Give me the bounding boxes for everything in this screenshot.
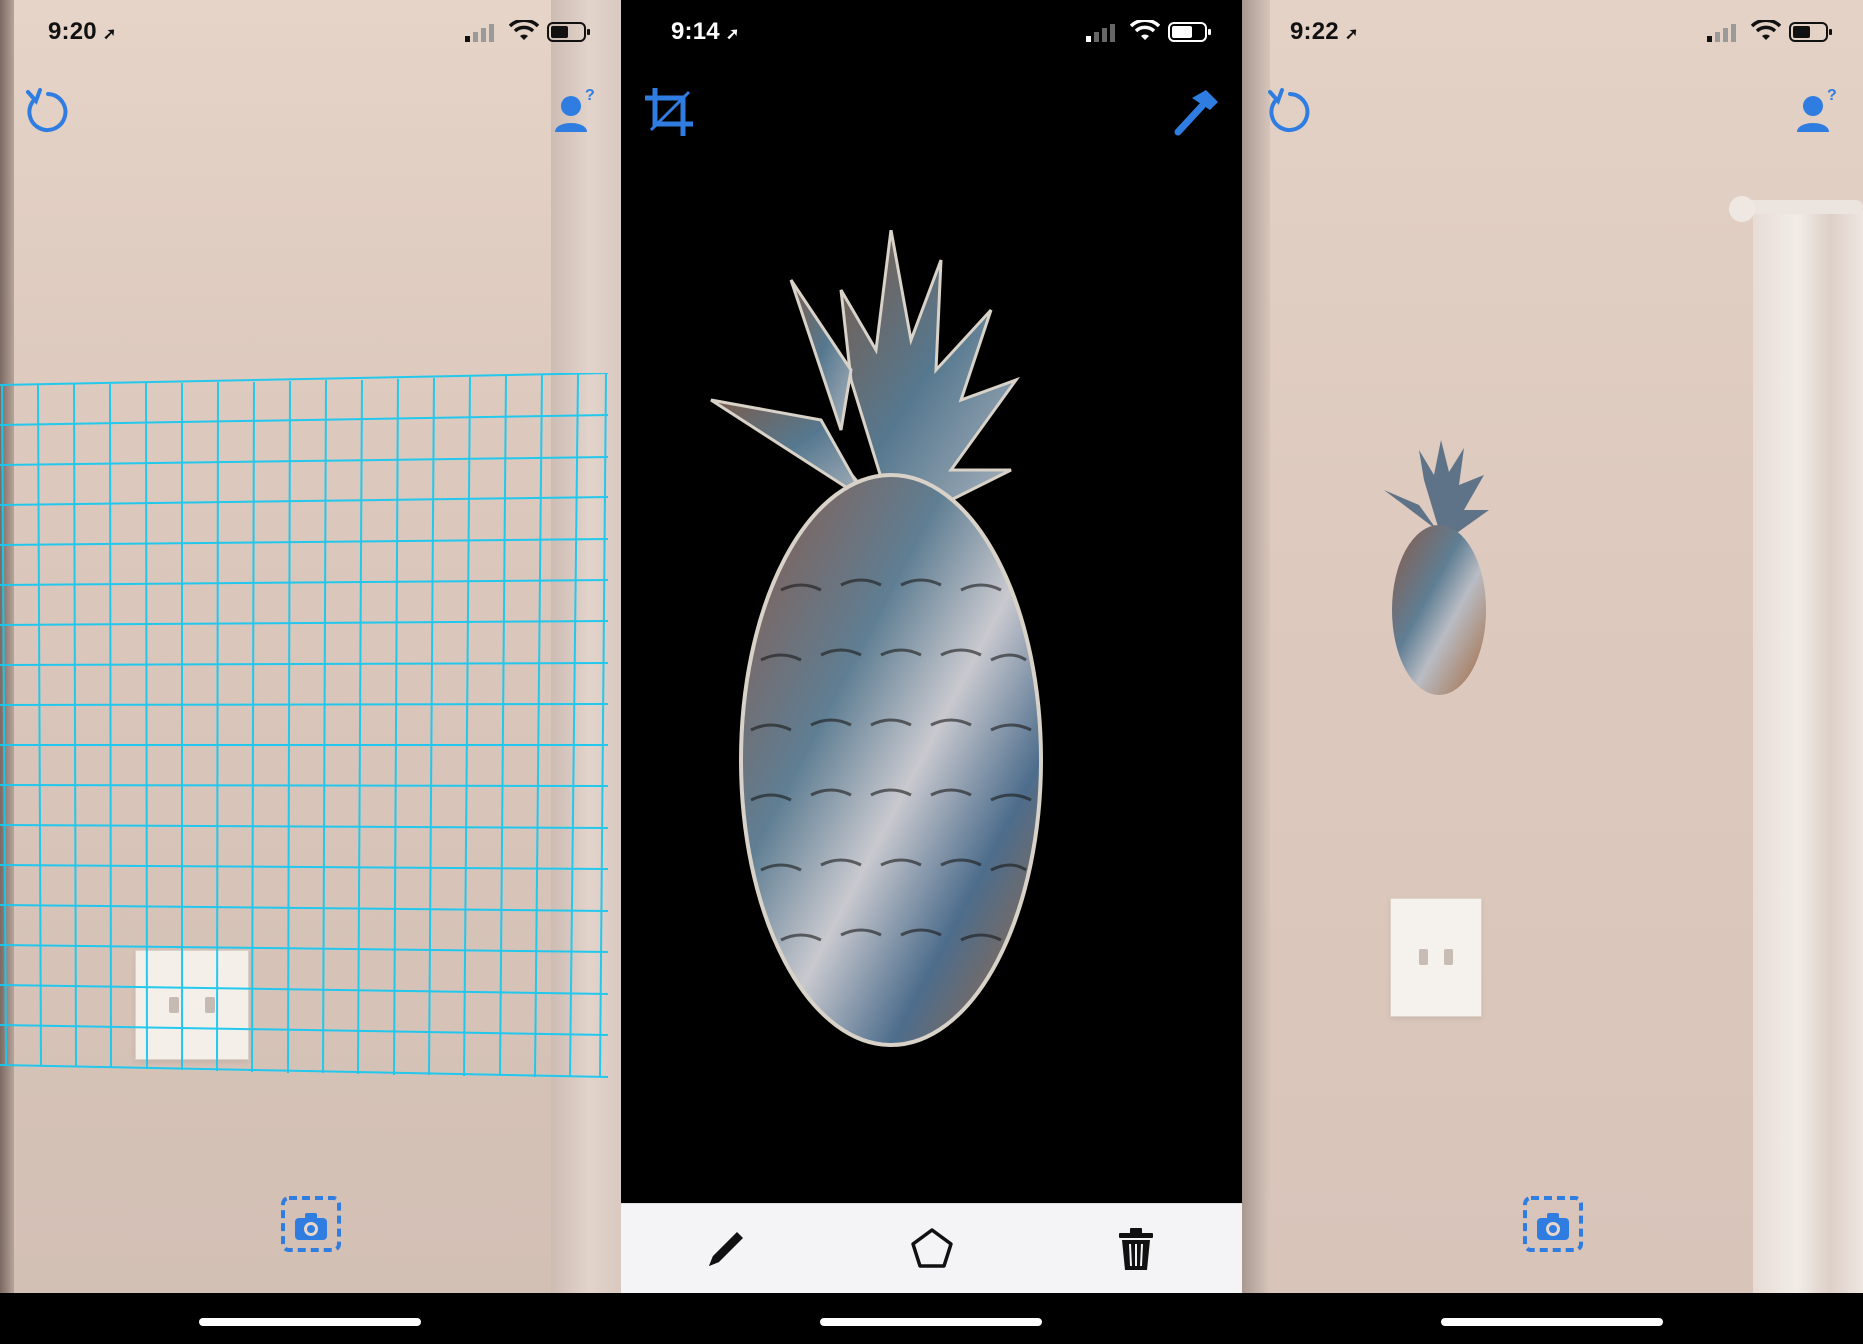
- location-arrow-icon: ➚: [102, 26, 117, 43]
- camera-capture-icon: [281, 1196, 341, 1252]
- signal-icon: [1086, 24, 1115, 42]
- delete-button[interactable]: [1111, 1224, 1161, 1274]
- location-arrow-icon: ➚: [1344, 26, 1359, 43]
- pencil-icon: [709, 1232, 743, 1266]
- crop-button[interactable]: [641, 84, 697, 140]
- battery-icon: [547, 22, 590, 42]
- user-help-icon: ?: [1797, 87, 1837, 132]
- placed-pineapple-model[interactable]: [1379, 440, 1499, 695]
- grid-lines: [0, 372, 609, 1078]
- capture-button[interactable]: [281, 1196, 341, 1252]
- home-indicator-zone: [621, 1293, 1242, 1344]
- camera-view: [1242, 0, 1863, 1293]
- wifi-icon: [1751, 20, 1781, 40]
- home-indicator[interactable]: [199, 1318, 421, 1326]
- pentagon-icon: [911, 1228, 953, 1268]
- home-indicator[interactable]: [1441, 1318, 1663, 1326]
- refresh-button[interactable]: [20, 84, 76, 140]
- camera-capture-icon: [1523, 1196, 1583, 1252]
- status-bar: 9:20 ➚: [0, 0, 621, 70]
- curtain-rod: [1743, 200, 1863, 214]
- curtain-rod-finial: [1729, 196, 1755, 222]
- pineapple-cutout-image: [691, 229, 1091, 1050]
- battery-icon: [1789, 22, 1832, 42]
- screen-ar-preview: 9:22 ➚ ?: [1242, 0, 1863, 1344]
- svg-text:?: ?: [585, 87, 595, 104]
- switch-toggle: [1419, 949, 1428, 965]
- screen-edit-image: 9:14 ➚: [621, 0, 1242, 1344]
- pencil-button[interactable]: [701, 1224, 751, 1274]
- user-help-icon: ?: [555, 87, 595, 132]
- signal-icon: [465, 24, 494, 42]
- wifi-icon: [509, 20, 539, 40]
- curtain: [1753, 210, 1863, 1293]
- refresh-button[interactable]: [1262, 84, 1318, 140]
- home-indicator[interactable]: [820, 1318, 1042, 1326]
- crop-icon: [645, 88, 693, 136]
- capture-button[interactable]: [1523, 1196, 1583, 1252]
- app-comparison-screens: 9:20 ➚ ? 9:14 ➚ 9:22 ➚ ?: [0, 0, 1863, 1344]
- door-frame: [1242, 0, 1270, 1293]
- pineapple-art: [1384, 440, 1489, 695]
- status-time: 9:20 ➚: [48, 18, 117, 45]
- refresh-icon: [26, 88, 68, 132]
- polygon-select-button[interactable]: [907, 1224, 957, 1274]
- ar-plane-grid: [0, 372, 610, 1093]
- pineapple-art: [710, 229, 1043, 1047]
- status-time: 9:14 ➚: [671, 18, 740, 45]
- svg-text:?: ?: [1827, 87, 1837, 104]
- hammer-icon: [1174, 90, 1218, 136]
- trash-icon: [1119, 1228, 1153, 1270]
- status-bar: 9:14 ➚: [621, 0, 1242, 70]
- help-button[interactable]: ?: [1789, 84, 1845, 140]
- help-button[interactable]: ?: [547, 84, 603, 140]
- status-bar: 9:22 ➚: [1242, 0, 1863, 70]
- home-indicator-zone: [0, 1293, 621, 1344]
- signal-icon: [1707, 24, 1736, 42]
- battery-icon: [1168, 22, 1211, 42]
- switch-toggle: [1444, 949, 1453, 965]
- refresh-icon: [1268, 88, 1310, 132]
- status-time: 9:22 ➚: [1290, 18, 1359, 45]
- wifi-icon: [1130, 20, 1160, 40]
- home-indicator-zone: [1242, 1293, 1863, 1344]
- screen-scan-wall: 9:20 ➚ ?: [0, 0, 621, 1344]
- build-button[interactable]: [1168, 84, 1224, 140]
- location-arrow-icon: ➚: [725, 26, 740, 43]
- light-switch: [1390, 898, 1482, 1017]
- edit-toolbar: [621, 1203, 1242, 1294]
